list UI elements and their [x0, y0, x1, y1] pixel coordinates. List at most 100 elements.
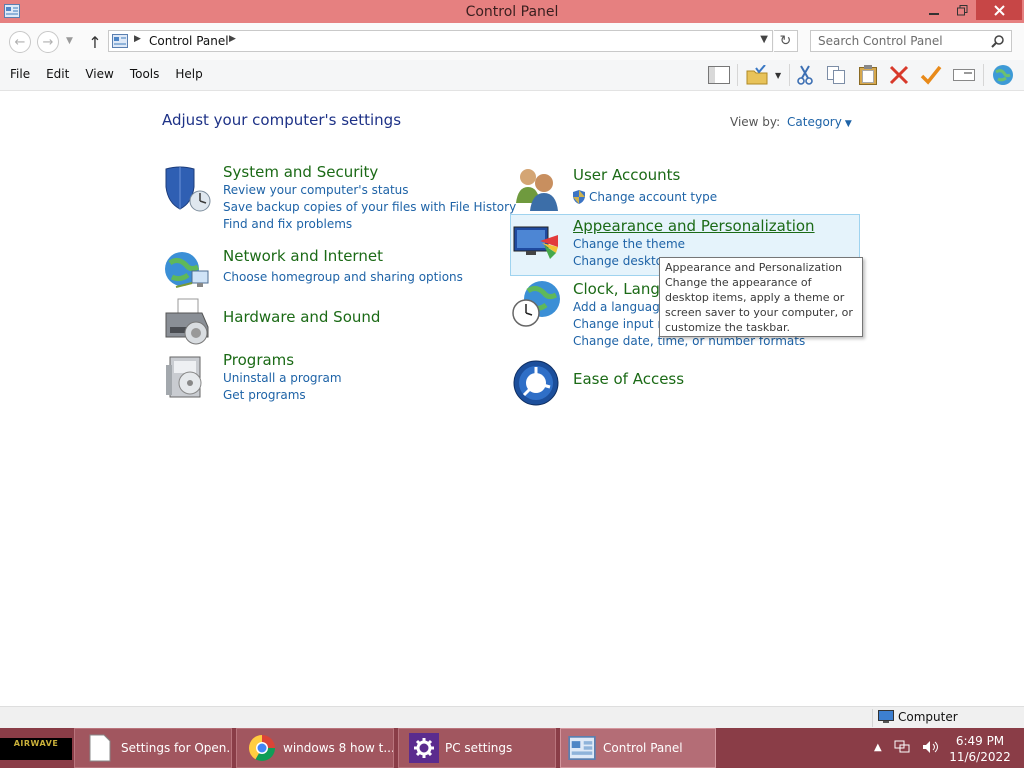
clipboard-icon [859, 65, 877, 85]
scissors-icon [797, 65, 813, 85]
link-change-input-methods[interactable]: Change input m [573, 317, 669, 331]
up-button[interactable]: ↑ [86, 32, 104, 52]
view-by-dropdown[interactable]: Category ▼ [787, 115, 852, 129]
checkmark-icon [920, 65, 942, 85]
link-review-status[interactable]: Review your computer's status [223, 183, 409, 197]
taskbar: AIRWAVE Settings for Open... windows 8 h… [0, 728, 1024, 768]
properties-button[interactable] [918, 63, 944, 87]
delete-x-icon [889, 65, 909, 85]
link-get-programs[interactable]: Get programs [223, 388, 306, 402]
breadcrumb-control-panel[interactable]: Control Panel [149, 34, 229, 48]
category-title[interactable]: User Accounts [573, 166, 680, 184]
organize-dropdown-icon[interactable]: ▼ [775, 71, 781, 80]
globe-icon [993, 65, 1013, 85]
layout-pane-button[interactable] [706, 63, 732, 87]
category-title[interactable]: Network and Internet [223, 247, 383, 265]
taskbar-clock[interactable]: 6:49 PM 11/6/2022 [944, 733, 1016, 765]
category-title[interactable]: Programs [223, 351, 294, 369]
taskbar-item-settings-open[interactable]: Settings for Open... [74, 728, 232, 768]
forward-button[interactable]: → [37, 31, 59, 53]
search-icon[interactable] [991, 34, 1005, 48]
organize-button[interactable] [744, 63, 770, 87]
close-button[interactable] [976, 0, 1022, 20]
restore-button[interactable] [948, 0, 976, 20]
web-button[interactable] [990, 63, 1016, 87]
tooltip-title: Appearance and Personalization [665, 261, 843, 274]
control-panel-icon [4, 4, 20, 18]
link-change-theme[interactable]: Change the theme [573, 237, 685, 251]
category-title[interactable]: System and Security [223, 163, 378, 181]
link-change-desktop[interactable]: Change desktop [573, 254, 671, 268]
menu-help[interactable]: Help [167, 67, 210, 81]
uac-shield-icon [573, 190, 585, 204]
clock-date: 11/6/2022 [949, 750, 1011, 764]
status-location: Computer [878, 710, 958, 724]
status-location-label: Computer [898, 710, 958, 724]
link-file-history[interactable]: Save backup copies of your files with Fi… [223, 200, 516, 214]
category-title[interactable]: Ease of Access [573, 370, 684, 388]
volume-icon[interactable] [922, 740, 938, 754]
title-bar: Control Panel [0, 0, 1024, 23]
back-arrow-icon: ← [14, 34, 26, 50]
taskbar-item-label: Settings for Open... [121, 741, 232, 755]
close-icon [993, 4, 1005, 16]
category-title[interactable]: Hardware and Sound [223, 308, 380, 326]
copy-button[interactable] [823, 63, 849, 87]
taskbar-item-chrome[interactable]: windows 8 how t... [236, 728, 394, 768]
breadcrumb-chevron-icon[interactable]: ▶ [229, 34, 236, 44]
restore-icon [956, 4, 967, 15]
taskbar-item-label: windows 8 how t... [283, 741, 394, 755]
category-title[interactable]: Appearance and Personalization [573, 217, 815, 235]
address-bar-row: ← → ▼ ↑ ▶ Control Panel ▶ ▼ ↻ [0, 23, 1024, 60]
menu-tools[interactable]: Tools [122, 67, 168, 81]
breadcrumb-chevron-icon[interactable]: ▶ [134, 34, 141, 44]
tooltip: Appearance and Personalization Change th… [659, 257, 863, 337]
taskbar-item-label: Control Panel [603, 741, 683, 755]
minimize-icon [929, 13, 939, 15]
view-by-label: View by: [730, 115, 781, 129]
page-heading: Adjust your computer's settings [162, 111, 402, 129]
link-add-language[interactable]: Add a language [573, 300, 667, 314]
search-box[interactable] [810, 30, 1012, 52]
programs-box-icon [166, 356, 202, 398]
ease-of-access-icon [513, 360, 559, 406]
menu-bar: File Edit View Tools Help [2, 67, 211, 81]
document-icon [89, 734, 111, 762]
recent-locations-dropdown[interactable]: ▼ [66, 36, 73, 46]
status-divider [872, 709, 873, 727]
cut-button[interactable] [792, 63, 818, 87]
control-panel-icon [568, 736, 596, 760]
search-input[interactable] [818, 32, 988, 50]
status-bar: Computer [0, 706, 1024, 728]
menu-file[interactable]: File [2, 67, 38, 81]
rename-icon [953, 69, 975, 81]
show-hidden-icons[interactable]: ▲ [874, 742, 882, 753]
delete-button[interactable] [886, 63, 912, 87]
view-by-value: Category [787, 115, 842, 129]
printer-icon [165, 298, 209, 345]
pane-layout-icon [708, 66, 730, 84]
address-box[interactable]: ▶ Control Panel ▶ ▼ [108, 30, 773, 52]
taskbar-item-control-panel[interactable]: Control Panel [560, 728, 716, 768]
link-homegroup-sharing[interactable]: Choose homegroup and sharing options [223, 270, 463, 284]
start-logo[interactable]: AIRWAVE [0, 738, 72, 760]
rename-button[interactable] [951, 63, 977, 87]
security-shield-icon [165, 166, 211, 212]
link-change-account-type[interactable]: Change account type [589, 190, 717, 204]
network-status-icon[interactable] [894, 740, 910, 754]
back-button[interactable]: ← [9, 31, 31, 53]
paste-button[interactable] [855, 63, 881, 87]
chrome-icon [248, 735, 276, 762]
menu-edit[interactable]: Edit [38, 67, 77, 81]
minimize-button[interactable] [920, 0, 948, 20]
address-dropdown-icon[interactable]: ▼ [760, 34, 768, 45]
menu-toolbar-row: File Edit View Tools Help ▼ [0, 60, 1024, 91]
link-uninstall-program[interactable]: Uninstall a program [223, 371, 342, 385]
appearance-monitor-icon [513, 226, 558, 259]
taskbar-item-pc-settings[interactable]: PC settings [398, 728, 556, 768]
refresh-icon: ↻ [779, 33, 792, 49]
link-find-fix-problems[interactable]: Find and fix problems [223, 217, 352, 231]
refresh-button[interactable]: ↻ [774, 30, 798, 52]
category-title[interactable]: Clock, Langu [573, 280, 669, 298]
menu-view[interactable]: View [77, 67, 121, 81]
